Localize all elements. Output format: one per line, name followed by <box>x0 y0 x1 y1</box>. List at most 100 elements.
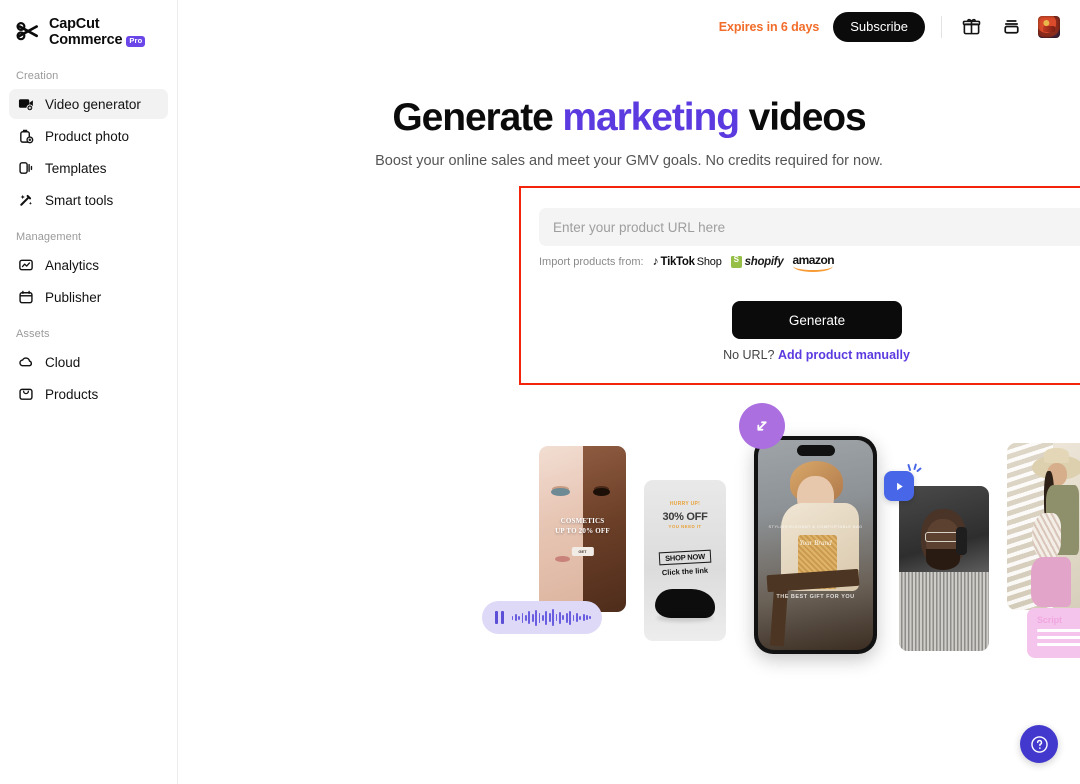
cloud-icon <box>17 354 34 371</box>
phone-screen: STYLISH ELEGANT & COMFORTABLE BAG Your B… <box>758 440 873 650</box>
amazon-smile-icon <box>793 266 834 272</box>
nav-group-creation: Creation Video generator Product photo T… <box>0 70 177 215</box>
script-line <box>1037 643 1080 646</box>
shoe-click-link-text: Click the link <box>661 565 709 578</box>
amazon-name: amazon <box>792 253 835 267</box>
no-url-text: No URL? <box>723 348 778 362</box>
sidebar-item-templates[interactable]: Templates <box>9 153 168 183</box>
headphones-model-sweater <box>899 571 989 651</box>
title-accent: marketing <box>562 96 740 139</box>
script-card[interactable]: Script <box>1027 608 1080 658</box>
gift-icon[interactable] <box>958 14 984 40</box>
headphones-card[interactable] <box>899 486 989 651</box>
sidebar-item-smart-tools[interactable]: Smart tools <box>9 185 168 215</box>
cosmetics-card[interactable]: COSMETICS UP TO 20% OFF GET <box>539 446 626 612</box>
cosmetics-line-1: COSMETICS <box>560 516 605 525</box>
shoe-promo-card[interactable]: HURRY UP! 30% OFF YOU NEED IT SHOP NOW C… <box>644 480 726 641</box>
nav-group-management: Management Analytics Publisher <box>0 231 177 312</box>
tiktok-shop-suffix: Shop <box>696 255 722 268</box>
templates-icon <box>17 160 34 177</box>
url-input-panel: Import products from: ♪ TikTok Shop shop… <box>519 186 1080 385</box>
title-part-2: videos <box>738 96 867 139</box>
sidebar-item-label: Products <box>45 386 99 402</box>
cosmetics-chip: GET <box>571 547 594 557</box>
cosmetics-eye-left <box>551 487 571 496</box>
shopify-name: shopify <box>744 255 784 268</box>
sidebar-item-product-photo[interactable]: Product photo <box>9 121 168 151</box>
shoe-image <box>654 589 716 619</box>
import-label: Import products from: <box>539 255 644 268</box>
hat-woman-hat-crown <box>1043 448 1070 464</box>
no-url-row: No URL? Add product manually <box>521 348 1080 362</box>
add-product-manually-link[interactable]: Add product manually <box>778 348 910 362</box>
shopify-logo: shopify <box>730 255 784 268</box>
topbar: Expires in 6 days Subscribe <box>178 0 1080 53</box>
question-mark-icon <box>1030 735 1048 753</box>
sidebar-item-label: Templates <box>45 160 107 176</box>
shoe-need-text: YOU NEED IT <box>668 524 702 530</box>
nav-group-assets: Assets Cloud Products <box>0 328 177 409</box>
cosmetics-overlay-text: COSMETICS UP TO 20% OFF <box>539 516 626 536</box>
headphones-model-beard <box>926 548 961 571</box>
showcase-gallery: COSMETICS UP TO 20% OFF GET HURRY UP! 30… <box>178 398 1080 688</box>
shoe-shop-now-text: SHOP NOW <box>658 549 712 566</box>
hat-woman-arm <box>1032 513 1061 560</box>
product-url-input[interactable] <box>539 208 1080 246</box>
credits-stack-icon[interactable] <box>998 14 1024 40</box>
capcut-logo-icon <box>16 21 42 43</box>
sidebar-item-label: Analytics <box>45 257 100 273</box>
shoe-hurry-text: HURRY UP! <box>669 500 701 507</box>
sidebar-item-analytics[interactable]: Analytics <box>9 250 168 280</box>
brand-logo[interactable]: CapCut Commerce Pro <box>0 0 177 48</box>
sidebar-item-products[interactable]: Products <box>9 379 168 409</box>
page-subtitle: Boost your online sales and meet your GM… <box>375 152 883 169</box>
amazon-logo: amazon <box>792 251 835 272</box>
publisher-icon <box>17 289 34 306</box>
nav-group-label-assets: Assets <box>16 328 50 341</box>
tiktok-shop-logo: ♪ TikTok Shop <box>652 254 722 269</box>
pause-icon[interactable] <box>495 611 504 624</box>
phone-overlay-line-3: THE BEST GIFT FOR YOU <box>776 594 855 601</box>
audio-player-chip[interactable] <box>482 601 602 634</box>
main-content: Expires in 6 days Subscribe Generate mar… <box>178 0 1080 784</box>
import-sources-row: Import products from: ♪ TikTok Shop shop… <box>539 251 835 272</box>
tiktok-note-icon: ♪ <box>652 254 659 268</box>
audio-waveform <box>511 609 592 627</box>
script-line <box>1037 636 1080 639</box>
title-part-1: Generate <box>392 96 563 139</box>
script-card-title: Script <box>1037 615 1062 625</box>
sidebar-item-video-generator[interactable]: Video generator <box>9 89 168 120</box>
nav-group-label-management: Management <box>16 231 82 244</box>
cosmetics-eye-right <box>592 487 611 496</box>
tiktok-name: TikTok <box>660 255 696 268</box>
nav-group-label-creation: Creation <box>16 70 59 83</box>
hat-woman-card[interactable] <box>1007 443 1080 610</box>
hat-woman-pants <box>1030 556 1071 607</box>
play-sparkle-icon <box>904 459 924 475</box>
sidebar-item-publisher[interactable]: Publisher <box>9 282 168 312</box>
crop-resize-icon[interactable] <box>739 403 785 449</box>
play-icon[interactable] <box>884 471 914 501</box>
sidebar-item-label: Video generator <box>45 96 141 112</box>
headphones-ear-cup <box>955 527 968 556</box>
cosmetics-line-2: UP TO 20% OFF <box>555 526 610 535</box>
phone-overlay-line-1: STYLISH ELEGANT & COMFORTABLE BAG <box>768 524 863 529</box>
phone-mockup-card[interactable]: STYLISH ELEGANT & COMFORTABLE BAG Your B… <box>754 436 877 654</box>
sidebar-item-label: Publisher <box>45 289 102 305</box>
brand-line-1: CapCut <box>49 16 100 32</box>
sidebar-item-cloud[interactable]: Cloud <box>9 347 168 377</box>
products-icon <box>17 386 34 403</box>
subscribe-button[interactable]: Subscribe <box>833 11 925 42</box>
topbar-divider <box>941 15 942 38</box>
help-button[interactable] <box>1020 725 1058 763</box>
video-generator-icon <box>17 96 34 113</box>
user-avatar[interactable] <box>1038 15 1060 38</box>
shopify-bag-icon <box>730 255 742 268</box>
pro-badge: Pro <box>126 35 146 47</box>
script-line <box>1037 629 1080 632</box>
page-title: Generate marketing videos <box>178 96 1080 140</box>
phone-overlay-line-2: Your Brand <box>799 538 832 547</box>
hero-section: Generate marketing videos Boost your onl… <box>178 96 1080 169</box>
sidebar: CapCut Commerce Pro Creation Video gener… <box>0 0 178 784</box>
generate-button[interactable]: Generate <box>732 301 902 339</box>
